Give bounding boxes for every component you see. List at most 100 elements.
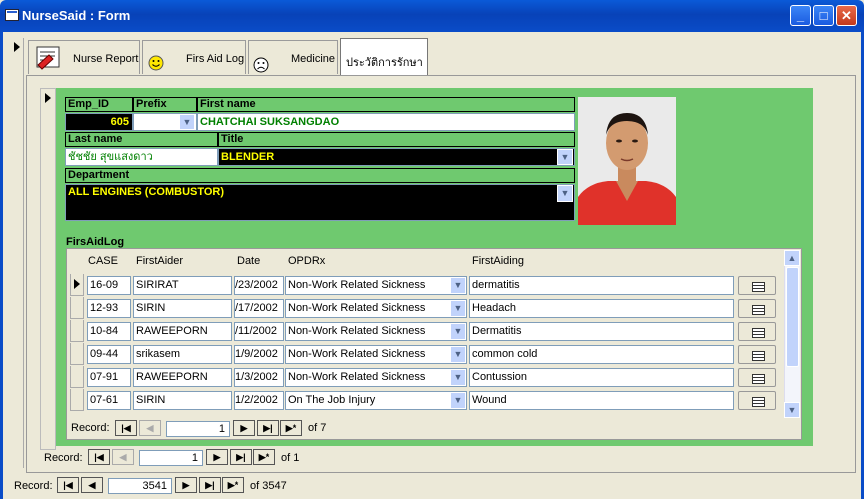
next-record-button[interactable]: ▶ [175, 477, 197, 493]
table-row-selector[interactable] [70, 366, 84, 388]
open-detail-button[interactable] [738, 368, 776, 387]
new-record-button[interactable]: ▶* [222, 477, 244, 493]
case-cell[interactable]: 16-09 [87, 276, 131, 295]
new-record-button[interactable]: ▶* [253, 449, 275, 465]
table-row-selector[interactable] [70, 297, 84, 319]
first-aider-cell[interactable]: RAWEEPORN [133, 322, 232, 341]
open-detail-button[interactable] [738, 345, 776, 364]
next-record-button[interactable]: ▶ [233, 420, 255, 436]
column-header-opdrx: OPDRx [288, 255, 326, 267]
department-label: Department [65, 168, 575, 183]
last-name-label: Last name [65, 132, 218, 147]
opdrx-value: Non-Work Related Sickness [288, 348, 426, 360]
first-aider-cell[interactable]: srikasem [133, 345, 232, 364]
opdrx-select[interactable]: Non-Work Related Sickness ▼ [285, 368, 467, 387]
table-row-selector[interactable] [70, 274, 84, 296]
last-record-button[interactable]: ▶| [257, 420, 279, 436]
first-name-field[interactable]: CHATCHAI SUKSANGDAO [197, 113, 575, 131]
record-selector[interactable] [10, 38, 24, 468]
case-cell[interactable]: 09-44 [87, 345, 131, 364]
tab-label: Nurse Report [73, 53, 139, 65]
last-name-field[interactable]: ชัชชัย สุขแสงดาว [65, 148, 218, 166]
new-record-button[interactable]: ▶* [280, 420, 302, 436]
minimize-button[interactable]: _ [790, 5, 811, 26]
first-aiding-cell[interactable]: Headach [469, 299, 734, 318]
maximize-button[interactable]: □ [813, 5, 834, 26]
column-header-first-aider: FirstAider [136, 255, 184, 267]
first-record-button[interactable]: |◀ [57, 477, 79, 493]
next-record-button[interactable]: ▶ [206, 449, 228, 465]
subform-record-number[interactable]: 1 [166, 421, 230, 437]
chevron-down-icon[interactable]: ▼ [450, 323, 466, 340]
chevron-down-icon[interactable]: ▼ [450, 277, 466, 294]
first-aiding-cell[interactable]: Contussion [469, 368, 734, 387]
emp-id-label: Emp_ID [65, 97, 133, 112]
date-cell[interactable]: /11/2002 [234, 322, 284, 341]
open-detail-button[interactable] [738, 276, 776, 295]
prefix-select[interactable]: ▼ [133, 113, 197, 131]
last-record-button[interactable]: ▶| [230, 449, 252, 465]
case-cell[interactable]: 12-93 [87, 299, 131, 318]
chevron-down-icon[interactable]: ▼ [450, 300, 466, 317]
date-cell[interactable]: /17/2002 [234, 299, 284, 318]
tab-medicine[interactable]: Medicine [248, 40, 338, 74]
opdrx-select[interactable]: Non-Work Related Sickness ▼ [285, 299, 467, 318]
column-header-date: Date [237, 255, 261, 267]
table-row-selector[interactable] [70, 389, 84, 411]
opdrx-select[interactable]: Non-Work Related Sickness ▼ [285, 322, 467, 341]
date-cell[interactable]: /23/2002 [234, 276, 284, 295]
emp-id-field[interactable]: 605 [65, 113, 133, 131]
case-cell[interactable]: 10-84 [87, 322, 131, 341]
chevron-down-icon[interactable]: ▼ [450, 392, 466, 409]
open-detail-button[interactable] [738, 391, 776, 410]
chevron-down-icon[interactable]: ▼ [557, 149, 573, 165]
first-record-button[interactable]: |◀ [88, 449, 110, 465]
tab-nurse-report[interactable]: Nurse Report [28, 40, 140, 74]
first-aiding-cell[interactable]: common cold [469, 345, 734, 364]
opdrx-select[interactable]: Non-Work Related Sickness ▼ [285, 345, 467, 364]
table-row-selector[interactable] [70, 320, 84, 342]
prev-record-button[interactable]: ◀ [139, 420, 161, 436]
chevron-down-icon[interactable]: ▼ [450, 369, 466, 386]
prev-record-button[interactable]: ◀ [112, 449, 134, 465]
scroll-thumb[interactable] [786, 267, 799, 367]
first-aiding-cell[interactable]: dermatitis [469, 276, 734, 295]
open-detail-button[interactable] [738, 299, 776, 318]
first-aider-cell[interactable]: SIRIN [133, 391, 232, 410]
tab-label: Medicine [291, 53, 336, 65]
column-header-case: CASE [88, 255, 118, 267]
title-select[interactable]: BLENDER ▼ [218, 148, 575, 166]
scroll-down-icon[interactable]: ▼ [784, 402, 800, 418]
table-row-selector[interactable] [70, 343, 84, 365]
tab-record-number[interactable]: 1 [139, 450, 203, 466]
scroll-up-icon[interactable]: ▲ [784, 250, 800, 266]
opdrx-value: Non-Work Related Sickness [288, 279, 426, 291]
opdrx-select[interactable]: On The Job Injury ▼ [285, 391, 467, 410]
first-record-button[interactable]: |◀ [115, 420, 137, 436]
close-button[interactable]: ✕ [836, 5, 857, 26]
form-icon[interactable] [5, 9, 19, 21]
first-aider-cell[interactable]: SIRIRAT [133, 276, 232, 295]
last-record-button[interactable]: ▶| [199, 477, 221, 493]
form-record-number[interactable]: 3541 [108, 478, 172, 494]
case-cell[interactable]: 07-61 [87, 391, 131, 410]
first-aider-cell[interactable]: SIRIN [133, 299, 232, 318]
chevron-down-icon[interactable]: ▼ [179, 114, 195, 130]
first-aiding-cell[interactable]: Wound [469, 391, 734, 410]
prefix-label: Prefix [133, 97, 197, 112]
department-select[interactable]: ALL ENGINES (COMBUSTOR) ▼ [65, 184, 575, 221]
date-cell[interactable]: 1/9/2002 [234, 345, 284, 364]
subform-record-selector[interactable] [40, 88, 56, 450]
case-cell[interactable]: 07-91 [87, 368, 131, 387]
first-aider-cell[interactable]: RAWEEPORN [133, 368, 232, 387]
chevron-down-icon[interactable]: ▼ [450, 346, 466, 363]
date-cell[interactable]: 1/3/2002 [234, 368, 284, 387]
tab-treatment-history[interactable]: ประวัติการรักษา [340, 38, 428, 76]
open-detail-button[interactable] [738, 322, 776, 341]
tab-first-aid-log[interactable]: Firs Aid Log [142, 40, 246, 74]
prev-record-button[interactable]: ◀ [81, 477, 103, 493]
first-aiding-cell[interactable]: Dermatitis [469, 322, 734, 341]
chevron-down-icon[interactable]: ▼ [557, 185, 573, 202]
date-cell[interactable]: 1/2/2002 [234, 391, 284, 410]
opdrx-select[interactable]: Non-Work Related Sickness ▼ [285, 276, 467, 295]
